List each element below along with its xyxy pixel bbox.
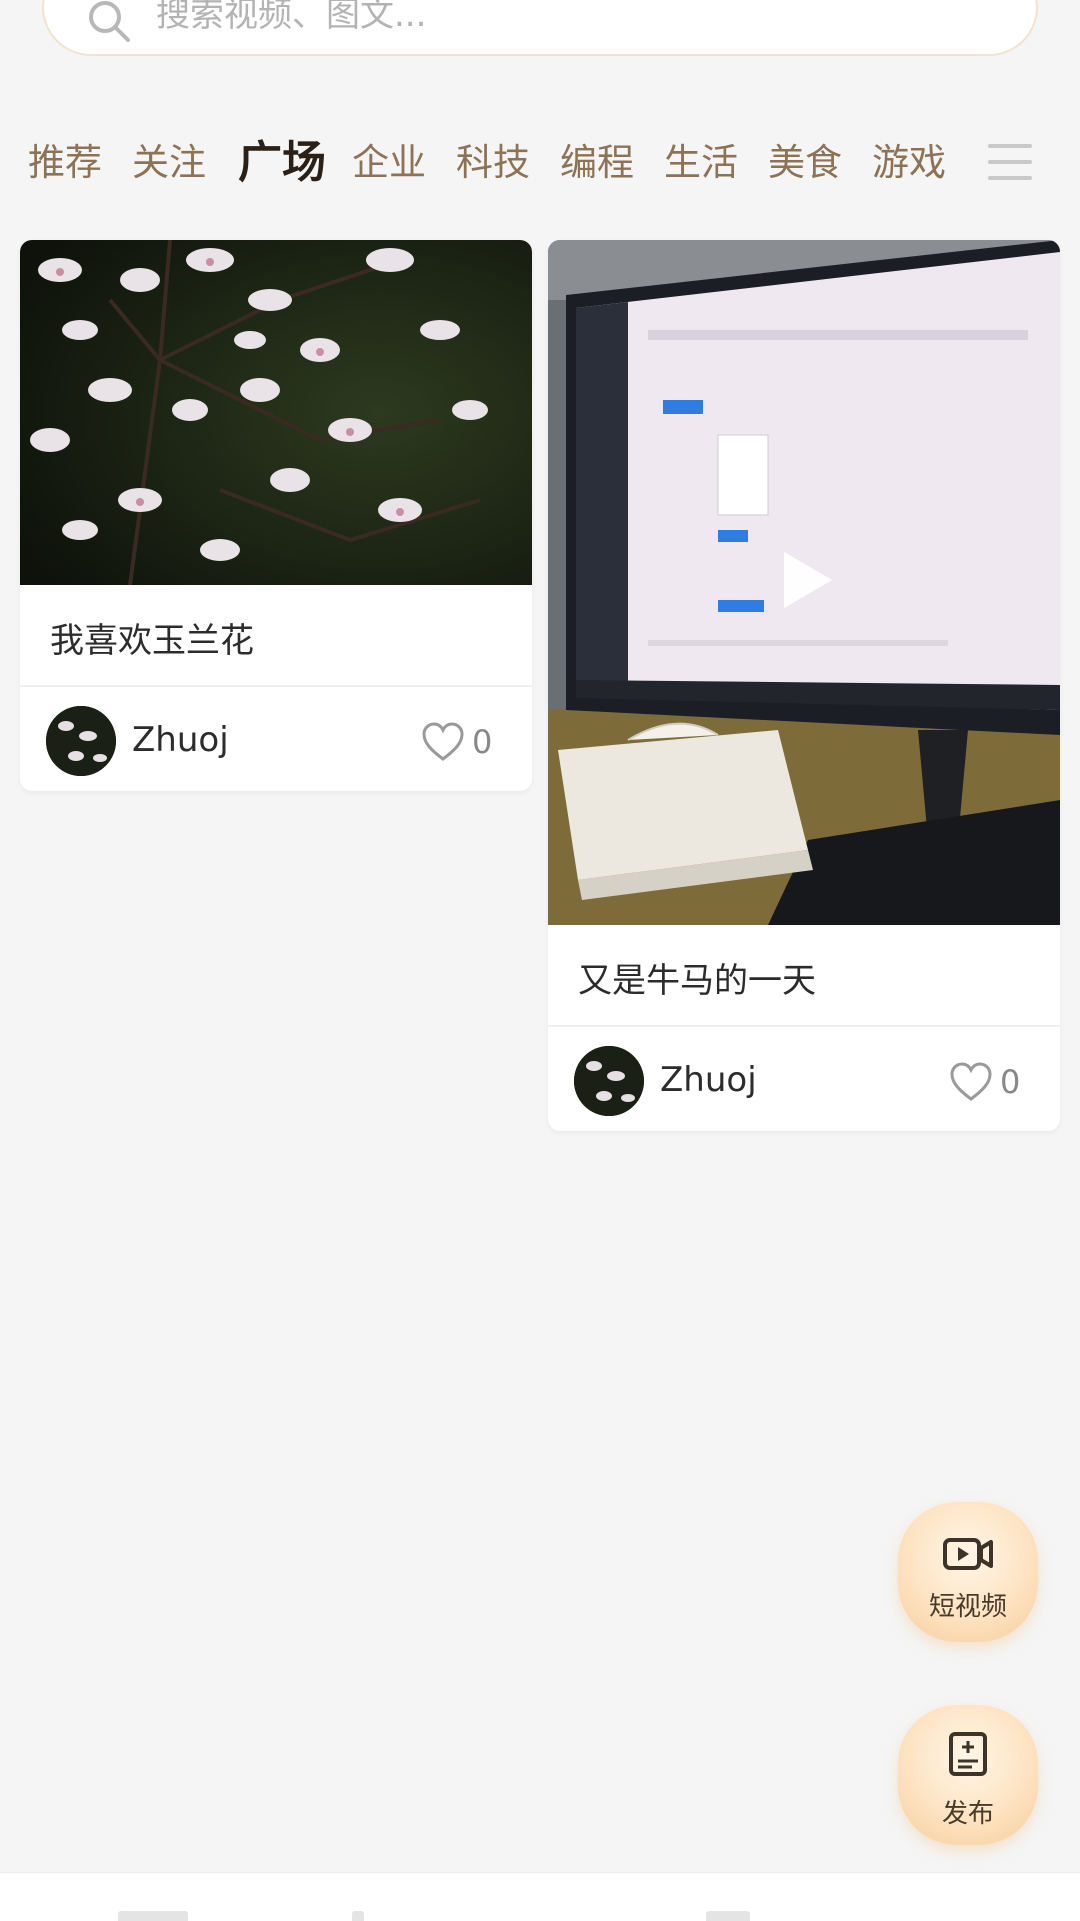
post-video[interactable] [548, 240, 1060, 925]
short-video-button[interactable]: 短视频 [898, 1502, 1038, 1642]
avatar[interactable] [46, 706, 116, 776]
video-thumbnail [548, 240, 1060, 925]
tab-enterprise[interactable]: 企业 [352, 130, 426, 196]
search-icon [89, 1, 130, 42]
card-divider [20, 685, 532, 687]
author-name[interactable]: Zhuoj [132, 720, 229, 760]
post-title[interactable]: 又是牛马的一天 [578, 953, 816, 1002]
avatar-image [46, 706, 116, 776]
tab-recommend[interactable]: 推荐 [28, 130, 102, 196]
search-bar[interactable] [42, 0, 1038, 56]
avatar-image [574, 1046, 644, 1116]
tab-life[interactable]: 生活 [664, 130, 738, 196]
publish-label: 发布 [941, 1799, 994, 1829]
magnolia-image [20, 240, 532, 585]
like-count: 0 [472, 723, 493, 761]
short-video-label: 短视频 [928, 1592, 1007, 1622]
post-card[interactable]: 又是牛马的一天 Zhuoj 0 [548, 240, 1060, 1131]
video-camera-icon [943, 1538, 993, 1570]
hamburger-icon[interactable] [988, 142, 1032, 182]
card-divider [548, 1025, 1060, 1027]
tab-games[interactable]: 游戏 [872, 130, 946, 196]
tab-following[interactable]: 关注 [132, 130, 206, 196]
post-card[interactable]: 我喜欢玉兰花 Zhuoj 0 [20, 240, 532, 791]
heart-icon[interactable] [421, 722, 465, 762]
bottom-nav [0, 1872, 1080, 1921]
publish-button[interactable]: 发布 [898, 1705, 1038, 1845]
author-name[interactable]: Zhuoj [660, 1060, 757, 1100]
category-tabs: 推荐 关注 广场 企业 科技 编程 生活 美食 游戏 [0, 130, 1080, 196]
tab-technology[interactable]: 科技 [456, 130, 530, 196]
post-image[interactable] [20, 240, 532, 585]
document-add-icon [949, 1732, 987, 1776]
search-input[interactable] [154, 0, 858, 46]
avatar[interactable] [574, 1046, 644, 1116]
tab-food[interactable]: 美食 [768, 130, 842, 196]
like-count: 0 [1000, 1063, 1021, 1101]
heart-icon[interactable] [949, 1062, 993, 1102]
tab-programming[interactable]: 编程 [560, 130, 634, 196]
tab-square[interactable]: 广场 [238, 130, 326, 196]
post-title[interactable]: 我喜欢玉兰花 [50, 613, 254, 662]
